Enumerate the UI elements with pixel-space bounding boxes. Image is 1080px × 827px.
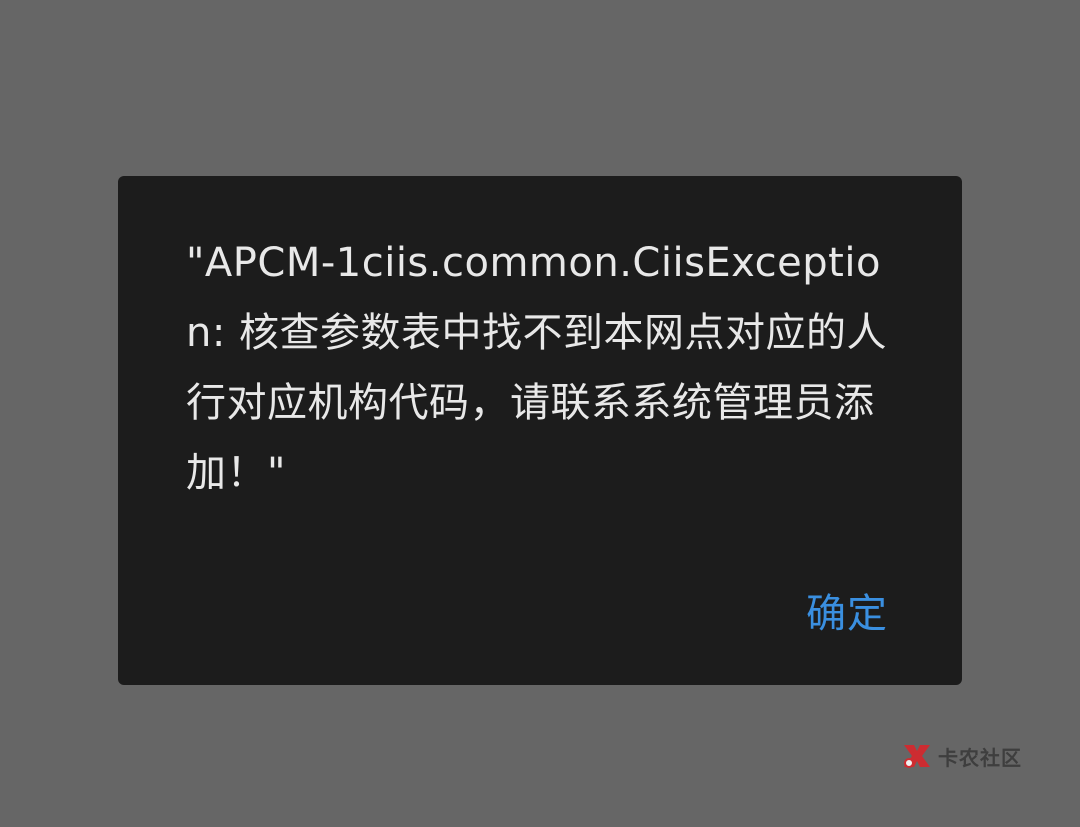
- confirm-button[interactable]: 确定: [806, 588, 888, 640]
- error-dialog: "APCM-1ciis.common.CiisException: 核查参数表中…: [118, 176, 962, 685]
- error-message: "APCM-1ciis.common.CiisException: 核查参数表中…: [186, 240, 888, 496]
- kanong-logo-icon: [900, 739, 934, 773]
- watermark: 卡农社区: [900, 736, 1022, 776]
- watermark-text: 卡农社区: [938, 745, 1022, 770]
